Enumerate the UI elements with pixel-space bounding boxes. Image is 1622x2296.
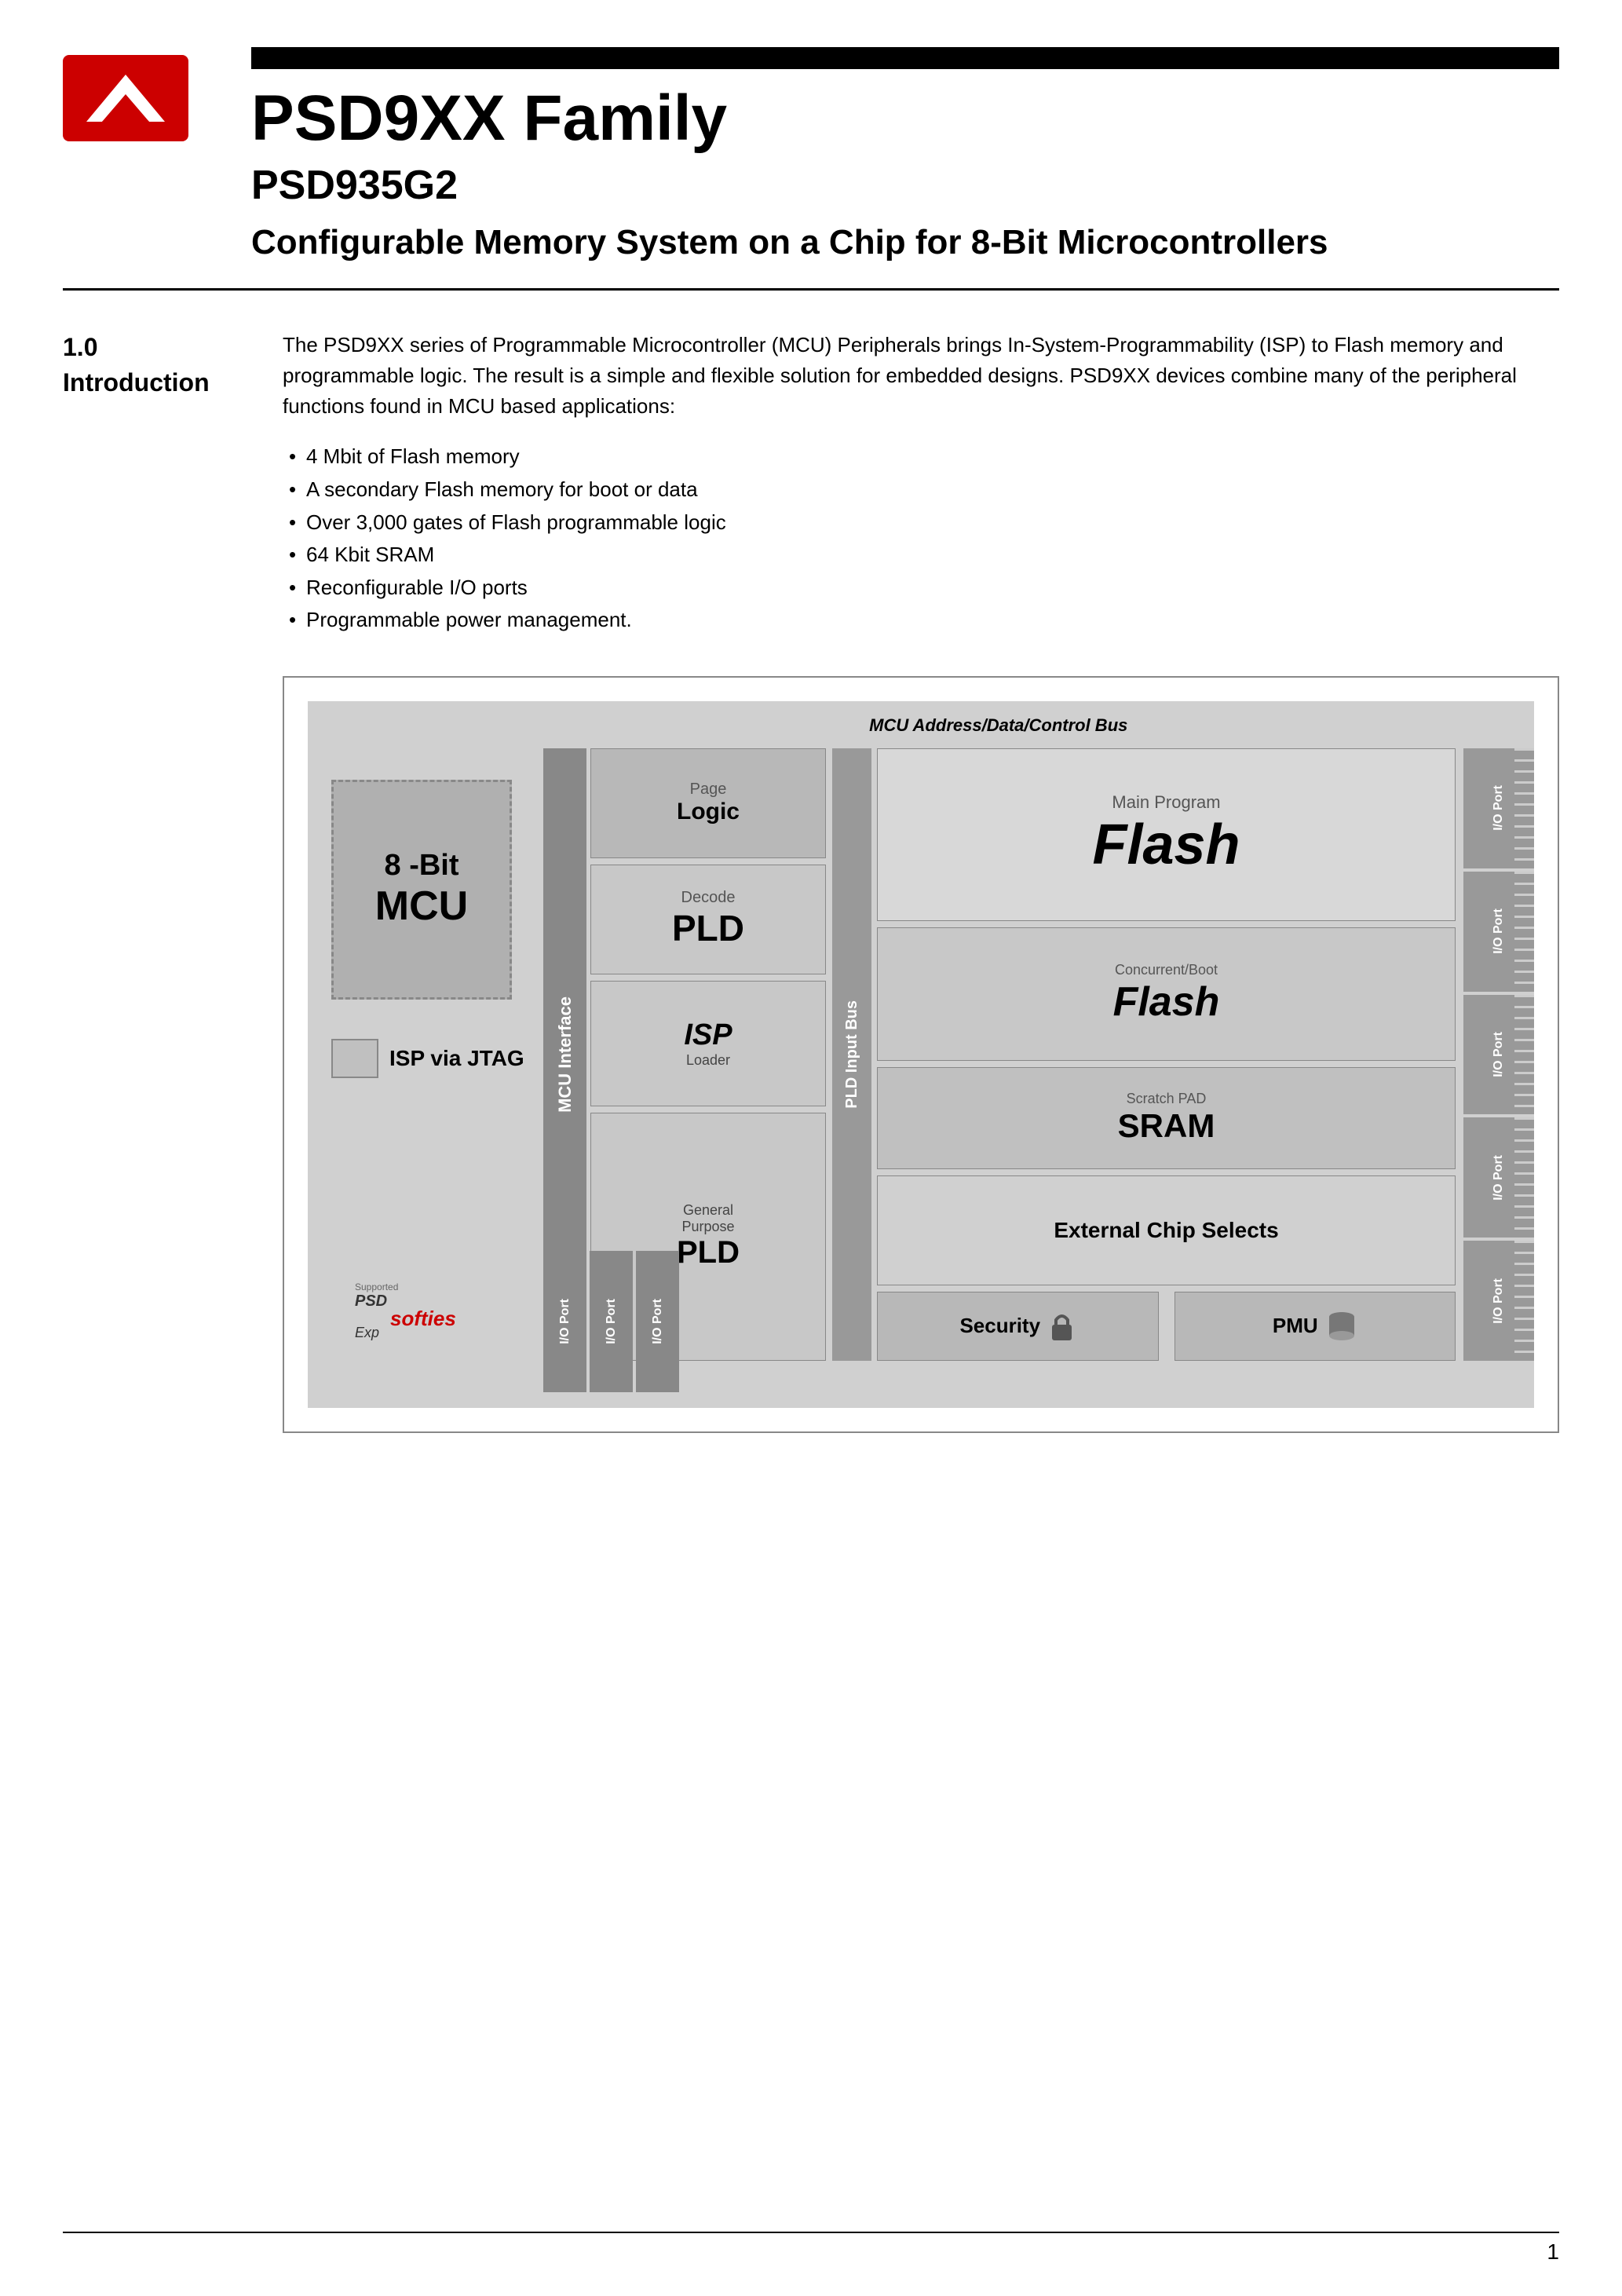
isp-loader-box: ISP Loader xyxy=(590,981,826,1106)
gen-purpose-top: General xyxy=(683,1202,733,1219)
isp-jtag: ISP via JTAG xyxy=(331,1039,524,1078)
intro-paragraph: The PSD9XX series of Programmable Microc… xyxy=(283,330,1559,422)
list-item: Over 3,000 gates of Flash programmable l… xyxy=(283,506,1559,539)
io-port-lines-2 xyxy=(1514,872,1534,992)
page-logic-small: Page xyxy=(690,781,727,799)
list-item: A secondary Flash memory for boot or dat… xyxy=(283,473,1559,506)
page-logic-big: Logic xyxy=(677,799,740,825)
st-logo xyxy=(63,55,188,141)
psd-logo: PSD softies Exp Supported xyxy=(347,1278,488,1341)
security-pmu-row: Security PMU xyxy=(877,1292,1456,1361)
svg-text:PSD: PSD xyxy=(355,1292,387,1310)
page-number: 1 xyxy=(1547,2239,1559,2265)
io-port-5: I/O Port xyxy=(1463,1241,1534,1361)
diagram-inner: MCU Address/Data/Control Bus 8 -Bit MCU … xyxy=(308,701,1534,1408)
pmu-box: PMU xyxy=(1174,1292,1456,1361)
io-port-bottom-3: I/O Port xyxy=(636,1251,679,1392)
logo-area xyxy=(63,55,204,145)
sram-box: Scratch PAD SRAM xyxy=(877,1067,1456,1169)
concurrent-label: Concurrent/Boot xyxy=(1115,962,1218,978)
cylinder-icon xyxy=(1326,1311,1357,1342)
main-flash-label: Flash xyxy=(1092,813,1240,877)
list-item: Reconfigurable I/O ports xyxy=(283,572,1559,605)
io-port-text-3: I/O Port xyxy=(1492,1032,1506,1077)
page-logic-box: Page Logic xyxy=(590,748,826,858)
io-port-text-5: I/O Port xyxy=(1492,1278,1506,1324)
mcu-text-bottom: MCU xyxy=(375,883,468,930)
io-port-bottom-text-2: I/O Port xyxy=(605,1299,619,1344)
io-port-4: I/O Port xyxy=(1463,1117,1534,1238)
section-label: 1.0 Introduction xyxy=(63,330,236,400)
ext-chip-area: External Chip Selects xyxy=(877,1175,1456,1285)
bus-label: MCU Address/Data/Control Bus xyxy=(869,715,1127,736)
header-divider xyxy=(63,288,1559,291)
boot-flash-label: Flash xyxy=(1113,978,1220,1026)
right-column: The PSD9XX series of Programmable Microc… xyxy=(283,330,1559,1433)
pld-input-text: PLD Input Bus xyxy=(843,1000,861,1109)
main-title: PSD9XX Family xyxy=(251,83,1559,154)
mcu-text-top: 8 -Bit xyxy=(385,849,459,883)
decode-small: Decode xyxy=(681,889,736,907)
right-main-area: Main Program Flash Concurrent/Boot Flash… xyxy=(877,748,1456,1361)
isp-italic: ISP xyxy=(684,1018,732,1052)
sram-label: SRAM xyxy=(1118,1107,1215,1145)
io-port-lines-4 xyxy=(1514,1117,1534,1238)
scratch-pad-label: Scratch PAD xyxy=(1127,1091,1207,1107)
loader-small: Loader xyxy=(686,1052,730,1069)
io-port-2: I/O Port xyxy=(1463,872,1534,992)
svg-text:Exp: Exp xyxy=(355,1325,379,1340)
left-column: 1.0 Introduction xyxy=(63,330,236,1433)
feature-list: 4 Mbit of Flash memory A secondary Flash… xyxy=(283,441,1559,637)
boot-flash-box: Concurrent/Boot Flash xyxy=(877,927,1456,1061)
main-flash-box: Main Program Flash xyxy=(877,748,1456,921)
svg-text:Supported: Supported xyxy=(355,1281,398,1292)
mcu-interface-text: MCU Interface xyxy=(555,996,575,1113)
io-port-text-2: I/O Port xyxy=(1492,909,1506,954)
security-label: Security xyxy=(959,1314,1040,1338)
pld-input-bar: PLD Input Bus xyxy=(832,748,871,1361)
io-port-bottom-2: I/O Port xyxy=(590,1251,633,1392)
io-port-bottom-text-3: I/O Port xyxy=(651,1299,665,1344)
io-port-text-4: I/O Port xyxy=(1492,1155,1506,1201)
io-port-bottom-1: I/O Port xyxy=(543,1251,586,1392)
footer-divider xyxy=(63,2232,1559,2233)
list-item: Programmable power management. xyxy=(283,604,1559,637)
ext-chip-label: External Chip Selects xyxy=(1054,1218,1278,1243)
svg-text:softies: softies xyxy=(390,1307,456,1330)
io-port-text-1: I/O Port xyxy=(1492,785,1506,831)
title-area: PSD9XX Family PSD935G2 Configurable Memo… xyxy=(251,47,1559,265)
black-bar xyxy=(251,47,1559,69)
psd-logo-area: PSD softies Exp Supported xyxy=(331,1278,504,1345)
io-ports-bottom-left: I/O Port I/O Port I/O Port xyxy=(543,1251,834,1392)
header: PSD9XX Family PSD935G2 Configurable Memo… xyxy=(0,0,1622,288)
decode-pld-big: PLD xyxy=(672,907,744,949)
mcu-box: 8 -Bit MCU xyxy=(331,780,512,1000)
lock-icon xyxy=(1048,1311,1076,1342)
jtag-icon xyxy=(331,1039,378,1078)
block-diagram: MCU Address/Data/Control Bus 8 -Bit MCU … xyxy=(283,676,1559,1433)
list-item: 64 Kbit SRAM xyxy=(283,539,1559,572)
security-box: Security xyxy=(877,1292,1159,1361)
main-content: 1.0 Introduction The PSD9XX series of Pr… xyxy=(0,330,1622,1433)
decode-pld-box: Decode PLD xyxy=(590,865,826,974)
jtag-label: ISP via JTAG xyxy=(389,1046,524,1071)
main-program-label: Main Program xyxy=(1112,792,1220,813)
sub-title: PSD935G2 xyxy=(251,162,1559,209)
pmu-label: PMU xyxy=(1273,1314,1318,1338)
list-item: 4 Mbit of Flash memory xyxy=(283,441,1559,473)
io-port-lines-3 xyxy=(1514,995,1534,1115)
io-port-1: I/O Port xyxy=(1463,748,1534,868)
io-port-lines-5 xyxy=(1514,1241,1534,1361)
io-ports-right: I/O Port I/O Port I/O Port I/O Port xyxy=(1463,748,1534,1361)
desc-title: Configurable Memory System on a Chip for… xyxy=(251,220,1559,265)
gen-purpose-mid: Purpose xyxy=(681,1219,734,1235)
io-port-lines-1 xyxy=(1514,748,1534,868)
io-port-3: I/O Port xyxy=(1463,995,1534,1115)
io-port-bottom-text-1: I/O Port xyxy=(558,1299,572,1344)
